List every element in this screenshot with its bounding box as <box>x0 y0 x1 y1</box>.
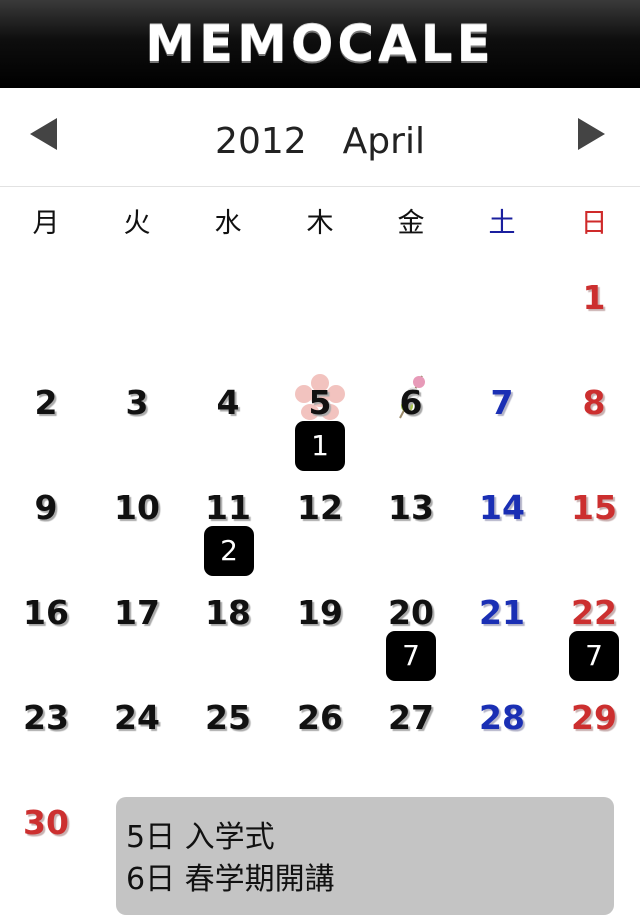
weekday-sun: 日 <box>580 208 608 239</box>
day-cell[interactable]: 5 <box>274 386 366 419</box>
day-cell[interactable]: 20 <box>365 596 457 629</box>
day-cell[interactable]: 28 <box>456 701 548 734</box>
weekday-sat: 土 <box>488 208 516 239</box>
day-cell[interactable]: 21 <box>456 596 548 629</box>
weekday-mon: 月 <box>32 208 60 239</box>
day-cell[interactable]: 18 <box>182 596 274 629</box>
weekday-fri: 金 <box>397 208 425 239</box>
day-cell[interactable]: 12 <box>274 491 366 524</box>
day-cell[interactable]: 16 <box>0 596 92 629</box>
memo-line: 5日 入学式 <box>126 820 275 855</box>
day-cell[interactable]: 7 <box>456 386 548 419</box>
day-cell[interactable]: 4 <box>182 386 274 419</box>
day-cell[interactable]: 17 <box>91 596 183 629</box>
month-title: 2012 April <box>215 121 425 162</box>
app-header: MEMOCALE <box>0 0 640 88</box>
weekday-thu: 木 <box>306 208 334 239</box>
memo-count-badge[interactable]: 2 <box>204 526 254 576</box>
memo-count-badge[interactable]: 1 <box>295 421 345 471</box>
day-cell[interactable]: 11 <box>182 491 274 524</box>
day-cell[interactable]: 2 <box>0 386 92 419</box>
day-cell[interactable]: 13 <box>365 491 457 524</box>
day-cell[interactable]: 9 <box>0 491 92 524</box>
day-cell[interactable]: 1 <box>548 281 640 314</box>
day-cell[interactable]: 15 <box>548 491 640 524</box>
weekday-tue: 火 <box>123 208 151 239</box>
day-cell[interactable]: 6 <box>365 386 457 419</box>
day-cell[interactable]: 10 <box>91 491 183 524</box>
day-cell[interactable]: 24 <box>91 701 183 734</box>
memo-preview[interactable]: 5日 入学式 6日 春学期開講 <box>116 797 614 915</box>
app-title: MEMOCALE <box>145 15 495 73</box>
day-cell[interactable]: 26 <box>274 701 366 734</box>
weekday-wed: 水 <box>214 208 242 239</box>
day-cell[interactable]: 29 <box>548 701 640 734</box>
memo-count-badge[interactable]: 7 <box>386 631 436 681</box>
triangle-right-icon[interactable] <box>578 118 605 150</box>
day-cell[interactable]: 30 <box>0 806 92 839</box>
day-cell[interactable]: 3 <box>91 386 183 419</box>
day-cell[interactable]: 27 <box>365 701 457 734</box>
day-cell[interactable]: 8 <box>548 386 640 419</box>
memo-line: 6日 春学期開講 <box>126 862 335 897</box>
month-navigation: 2012 April <box>0 88 640 187</box>
day-cell[interactable]: 14 <box>456 491 548 524</box>
day-cell[interactable]: 22 <box>548 596 640 629</box>
day-cell[interactable]: 19 <box>274 596 366 629</box>
day-cell[interactable]: 23 <box>0 701 92 734</box>
memo-count-badge[interactable]: 7 <box>569 631 619 681</box>
day-cell[interactable]: 25 <box>182 701 274 734</box>
